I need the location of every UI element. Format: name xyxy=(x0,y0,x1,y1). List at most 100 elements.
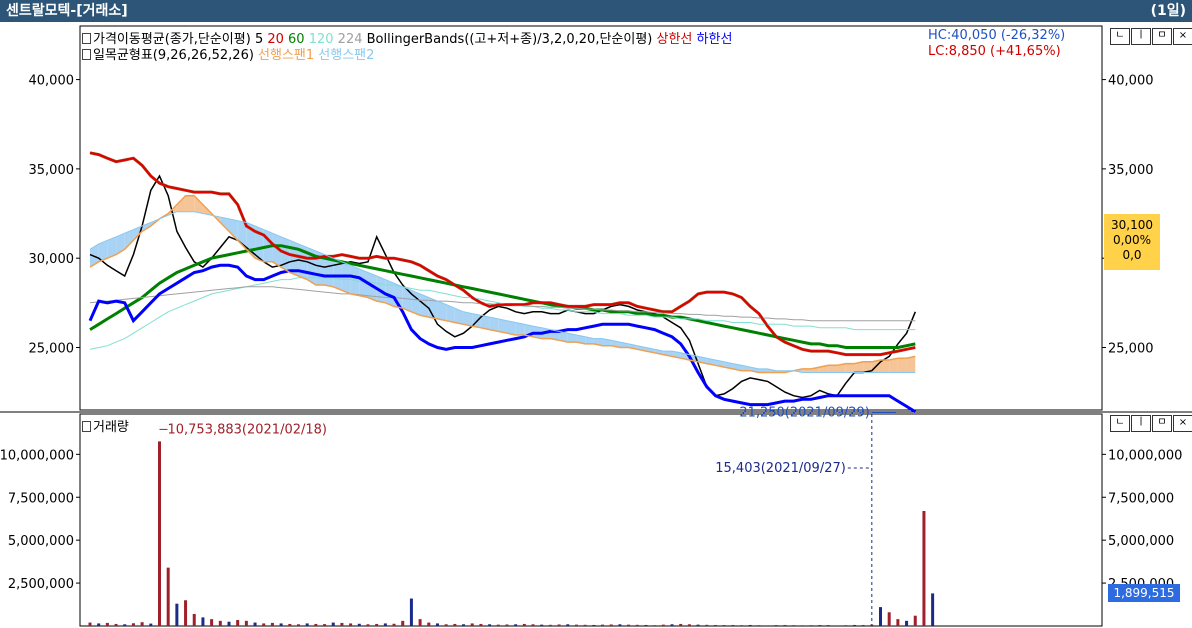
ichimoku-cloud xyxy=(341,261,351,294)
volume-bar xyxy=(288,623,292,626)
volume-bar xyxy=(705,624,709,626)
volume-bar xyxy=(505,624,509,626)
volume-bar xyxy=(305,623,309,626)
volume-bar xyxy=(140,622,144,626)
volume-bar xyxy=(218,620,222,626)
chart-canvas[interactable]: 25,00025,00030,00030,00035,00035,00040,0… xyxy=(0,22,1192,628)
y-tick-label-right: 35,000 xyxy=(1108,163,1154,178)
y-tick-label-right: 40,000 xyxy=(1108,74,1154,89)
ichimoku-cloud xyxy=(845,363,855,373)
window-title: 센트랄모텍-[거래소] xyxy=(6,3,128,19)
volume-bar xyxy=(557,624,561,626)
volume-bar xyxy=(296,624,300,626)
volume-bar xyxy=(210,619,214,626)
volume-bar xyxy=(470,623,474,626)
volume-bar xyxy=(635,624,639,626)
volume-bar xyxy=(548,624,552,626)
volume-bar xyxy=(401,620,405,626)
close-button[interactable]: × xyxy=(1173,28,1192,45)
vol-tick-label-left: 10,000,000 xyxy=(0,448,74,463)
volume-bar xyxy=(149,623,153,626)
volume-bar xyxy=(835,625,839,626)
y-tick-label-left: 30,000 xyxy=(29,252,75,267)
price-panel-tools: ㄴ ㅣ ㅁ × xyxy=(1110,28,1192,45)
ichimoku-cloud xyxy=(454,308,464,325)
close-button[interactable]: × xyxy=(1173,415,1192,432)
vol-tick-label-right: 7,500,000 xyxy=(1108,491,1174,506)
volume-bar xyxy=(826,625,830,626)
maximize-button[interactable]: ㅁ xyxy=(1152,28,1172,45)
volume-bar xyxy=(896,619,900,626)
volume-bar xyxy=(644,624,648,626)
volume-bar xyxy=(409,598,413,626)
minimize-button[interactable]: ㄴ xyxy=(1110,28,1130,45)
volume-bar xyxy=(323,624,327,626)
volume-bar xyxy=(383,623,387,626)
maximize-button[interactable]: ㅁ xyxy=(1152,415,1172,432)
volume-bar xyxy=(618,624,622,626)
volume-bar xyxy=(531,624,535,626)
volume-bar xyxy=(105,622,109,626)
period-label[interactable]: (1일) xyxy=(1151,0,1186,22)
minimize-button[interactable]: ㄴ xyxy=(1110,415,1130,432)
y-tick-label-left: 40,000 xyxy=(29,74,75,89)
legend-item: 하한선 xyxy=(696,32,733,47)
volume-legend: 거래량 xyxy=(82,416,129,435)
volume-bar xyxy=(566,624,570,626)
volume-bar xyxy=(496,624,500,626)
volume-bar xyxy=(427,622,431,626)
volume-bar xyxy=(748,624,752,626)
price-panel-frame xyxy=(79,25,1103,411)
volume-bar xyxy=(766,625,770,626)
current-price: 30,100 xyxy=(1111,218,1153,232)
window-titlebar[interactable]: 센트랄모텍-[거래소] (1일) xyxy=(0,0,1192,22)
current-change: 0,0 xyxy=(1122,248,1142,262)
legend-checkbox[interactable] xyxy=(82,33,91,44)
legend-item: 일목균형표(9,26,26,52,26) xyxy=(93,48,259,63)
volume-bar xyxy=(653,625,657,626)
volume-bar xyxy=(279,623,283,626)
volume-bar xyxy=(522,623,526,626)
volume-bar xyxy=(270,622,274,626)
volume-bar xyxy=(331,622,335,626)
ichimoku-cloud xyxy=(194,195,203,214)
volume-legend-label: 거래량 xyxy=(93,420,129,435)
y-tick-label-left: 35,000 xyxy=(29,163,75,178)
volume-bar xyxy=(357,623,361,626)
volume-bar xyxy=(913,615,917,626)
legend-checkbox[interactable] xyxy=(82,49,91,60)
lc-label: LC:8,850 (+41,65%) xyxy=(928,44,1061,59)
legend-item: 상한선 xyxy=(656,32,697,47)
volume-bar xyxy=(713,624,717,626)
volume-bar xyxy=(253,622,257,626)
y-tick-label-left: 25,000 xyxy=(29,341,75,356)
volume-bar xyxy=(879,607,883,626)
legend-checkbox[interactable] xyxy=(82,421,91,432)
volume-bar xyxy=(931,593,935,626)
volume-bar xyxy=(844,625,848,626)
y-tick-label-right: 25,000 xyxy=(1108,341,1154,356)
restore-button[interactable]: ㅣ xyxy=(1131,415,1151,432)
volume-panel-frame xyxy=(79,413,1103,627)
volume-bar xyxy=(166,567,170,626)
volume-bar xyxy=(462,624,466,626)
volume-bar xyxy=(444,624,448,626)
volume-bar xyxy=(97,623,101,626)
volume-bar xyxy=(349,623,353,626)
volume-bar xyxy=(792,625,796,626)
hc-label: HC:40,050 (-26,32%) xyxy=(928,28,1066,43)
chart-window: 센트랄모텍-[거래소] (1일) 25,00025,00030,00030,00… xyxy=(0,0,1192,628)
volume-bar xyxy=(731,624,735,626)
volume-bar xyxy=(679,623,683,626)
vol-tick-label-right: 10,000,000 xyxy=(1108,448,1182,463)
volume-bar xyxy=(757,625,761,626)
vol-tick-label-left: 7,500,000 xyxy=(8,491,74,506)
volume-bar xyxy=(592,624,596,626)
volume-bar xyxy=(905,620,909,626)
volume-bar xyxy=(192,613,196,626)
restore-button[interactable]: ㅣ xyxy=(1131,28,1151,45)
volume-bar xyxy=(366,624,370,626)
volume-bar xyxy=(88,622,92,626)
volume-bar xyxy=(392,623,396,626)
volume-bar xyxy=(852,624,856,626)
